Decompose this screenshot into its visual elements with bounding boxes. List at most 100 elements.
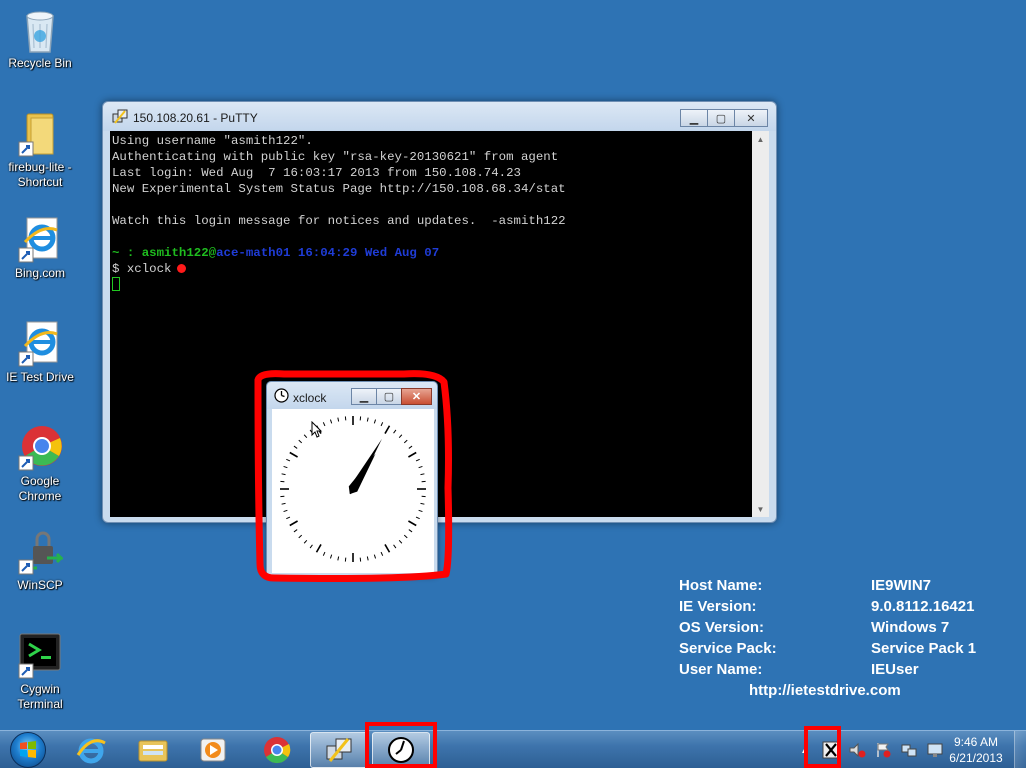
recycle-bin-icon xyxy=(17,6,63,53)
desktop-icon-label: IE Test Drive xyxy=(6,370,74,384)
clock-minute-hand xyxy=(349,438,382,495)
clock-minute-mark xyxy=(380,551,384,556)
desktop-icon-label: Cygwin Terminal xyxy=(17,682,63,711)
start-button[interactable] xyxy=(4,732,52,768)
network-icon[interactable] xyxy=(900,741,918,759)
clock-icon xyxy=(274,388,289,408)
clock-minute-mark xyxy=(303,539,308,544)
terminal-prompt-line: ~ : asmith122@ace-math01 16:04:29 Wed Au… xyxy=(112,245,752,261)
desktop-icon-label: Bing.com xyxy=(14,266,66,280)
internet-explorer-icon xyxy=(17,320,63,367)
ietestdrive-url: http://ietestdrive.com xyxy=(749,682,901,699)
clock-minute-mark xyxy=(420,502,425,505)
putty-titlebar[interactable]: 150.108.20.61 - PuTTY ▁ ▢ ✕ xyxy=(103,102,776,131)
scroll-up-icon[interactable]: ▲ xyxy=(752,131,769,147)
host-name-label: Host Name: xyxy=(679,577,763,594)
close-button[interactable]: ✕ xyxy=(401,388,432,405)
minimize-button[interactable]: ▁ xyxy=(351,388,377,405)
minimize-button[interactable]: ▁ xyxy=(680,109,708,127)
clock-minute-mark xyxy=(420,473,425,476)
terminal-cursor-line xyxy=(112,277,752,293)
taskbar: ▲ 9:46 AM 6/21/2013 xyxy=(0,730,1026,768)
ie-version-label: IE Version: xyxy=(679,598,757,615)
desktop-icon-winscp[interactable]: WinSCP xyxy=(0,528,80,593)
clock-hour-mark xyxy=(408,520,417,527)
clock-minute-mark xyxy=(303,434,308,439)
clock-minute-mark xyxy=(298,534,303,539)
clock-minute-mark xyxy=(283,465,288,469)
x-server-icon xyxy=(822,741,840,759)
desktop-icon-cygwin-terminal[interactable]: Cygwin Terminal xyxy=(0,632,80,712)
action-center-flag-icon[interactable] xyxy=(874,741,892,759)
taskbar-google-chrome[interactable] xyxy=(248,732,306,768)
user-name-label: User Name: xyxy=(679,661,763,678)
clock-minute-mark xyxy=(415,458,420,462)
terminal-line: Using username "asmith122". xyxy=(112,134,313,148)
media-player-icon xyxy=(200,738,226,762)
taskbar-clock[interactable]: 9:46 AM 6/21/2013 xyxy=(938,734,1014,766)
user-name-value: IEUser xyxy=(871,661,919,678)
close-button[interactable]: ✕ xyxy=(734,109,768,127)
clock-minute-mark xyxy=(373,419,377,424)
putty-window[interactable]: 150.108.20.61 - PuTTY ▁ ▢ ✕ Using userna… xyxy=(102,101,777,523)
winscp-icon xyxy=(17,528,65,575)
desktop-icon-label: WinSCP xyxy=(17,578,63,592)
xclock-titlebar[interactable]: xclock ▁ ▢ ✕ xyxy=(267,382,437,409)
clock-minute-mark xyxy=(373,554,377,559)
desktop-icon-recycle-bin[interactable]: Recycle Bin xyxy=(0,6,80,71)
system-tray: ▲ xyxy=(796,731,952,768)
show-hidden-icons-button[interactable]: ▲ xyxy=(796,741,814,759)
taskbar-xclock[interactable] xyxy=(372,732,430,768)
clock-minute-mark xyxy=(322,551,326,556)
show-desktop-button[interactable] xyxy=(1014,731,1026,768)
desktop-icon-label: firebug-lite - Shortcut xyxy=(8,160,72,189)
volume-muted-icon[interactable] xyxy=(848,741,866,759)
ie-version-value: 9.0.8112.16421 xyxy=(871,598,975,615)
terminal-cursor xyxy=(112,277,120,291)
clock-minute-mark xyxy=(283,509,288,513)
clock-minute-mark xyxy=(286,516,291,520)
os-version-value: Windows 7 xyxy=(871,619,950,636)
xming-tray-icon[interactable] xyxy=(822,741,840,759)
clock-hour-mark xyxy=(315,544,322,553)
xclock-window[interactable]: xclock ▁ ▢ ✕ xyxy=(266,381,438,577)
taskbar-media-player[interactable] xyxy=(184,732,242,768)
red-dot-annotation xyxy=(176,264,186,273)
clock-hour-mark xyxy=(384,425,391,434)
desktop-icon-ie-test-drive[interactable]: IE Test Drive xyxy=(0,320,80,385)
analog-clock xyxy=(280,416,426,562)
clock-minute-mark xyxy=(408,445,413,449)
clock-hour-mark xyxy=(289,451,298,458)
chrome-icon xyxy=(17,424,63,471)
host-name-value: IE9WIN7 xyxy=(871,577,932,594)
clock-minute-mark xyxy=(281,502,286,505)
clock-minute-mark xyxy=(408,529,413,533)
analog-clock-face xyxy=(272,409,434,573)
maximize-button[interactable]: ▢ xyxy=(707,109,735,127)
clock-minute-mark xyxy=(337,556,340,561)
taskbar-putty[interactable] xyxy=(310,732,368,768)
terminal-scrollbar[interactable]: ▲ ▼ xyxy=(752,131,769,517)
taskbar-windows-explorer[interactable] xyxy=(124,732,182,768)
putty-window-title: 150.108.20.61 - PuTTY xyxy=(133,111,258,125)
chevron-up-icon: ▲ xyxy=(800,744,810,756)
taskbar-internet-explorer[interactable] xyxy=(62,732,120,768)
maximize-button[interactable]: ▢ xyxy=(376,388,402,405)
minimize-icon: ▁ xyxy=(359,391,369,403)
desktop-icon-label: Recycle Bin xyxy=(8,56,72,70)
desktop-icon-google-chrome[interactable]: Google Chrome xyxy=(0,424,80,504)
desktop-icon-firebug-lite-shortcut[interactable]: firebug-lite - Shortcut xyxy=(0,110,80,190)
system-info-panel: Host Name: IE9WIN7 IE Version: 9.0.8112.16… xyxy=(679,575,976,701)
scroll-down-icon[interactable]: ▼ xyxy=(752,501,769,517)
putty-icon xyxy=(326,738,352,762)
clock-minute-mark xyxy=(329,554,333,559)
terminal-command-line: $ xclock xyxy=(112,261,752,277)
desktop-icon-bing[interactable]: Bing.com xyxy=(0,216,80,281)
desktop: Recycle Bin firebug-lite - Shortcut Bing xyxy=(0,0,1026,730)
clock-icon xyxy=(388,737,414,763)
clock-minute-mark xyxy=(309,544,313,549)
cygwin-terminal-icon xyxy=(17,632,63,679)
clock-minute-mark xyxy=(337,417,340,422)
terminal-line: Authenticating with public key "rsa-key-… xyxy=(112,150,559,164)
